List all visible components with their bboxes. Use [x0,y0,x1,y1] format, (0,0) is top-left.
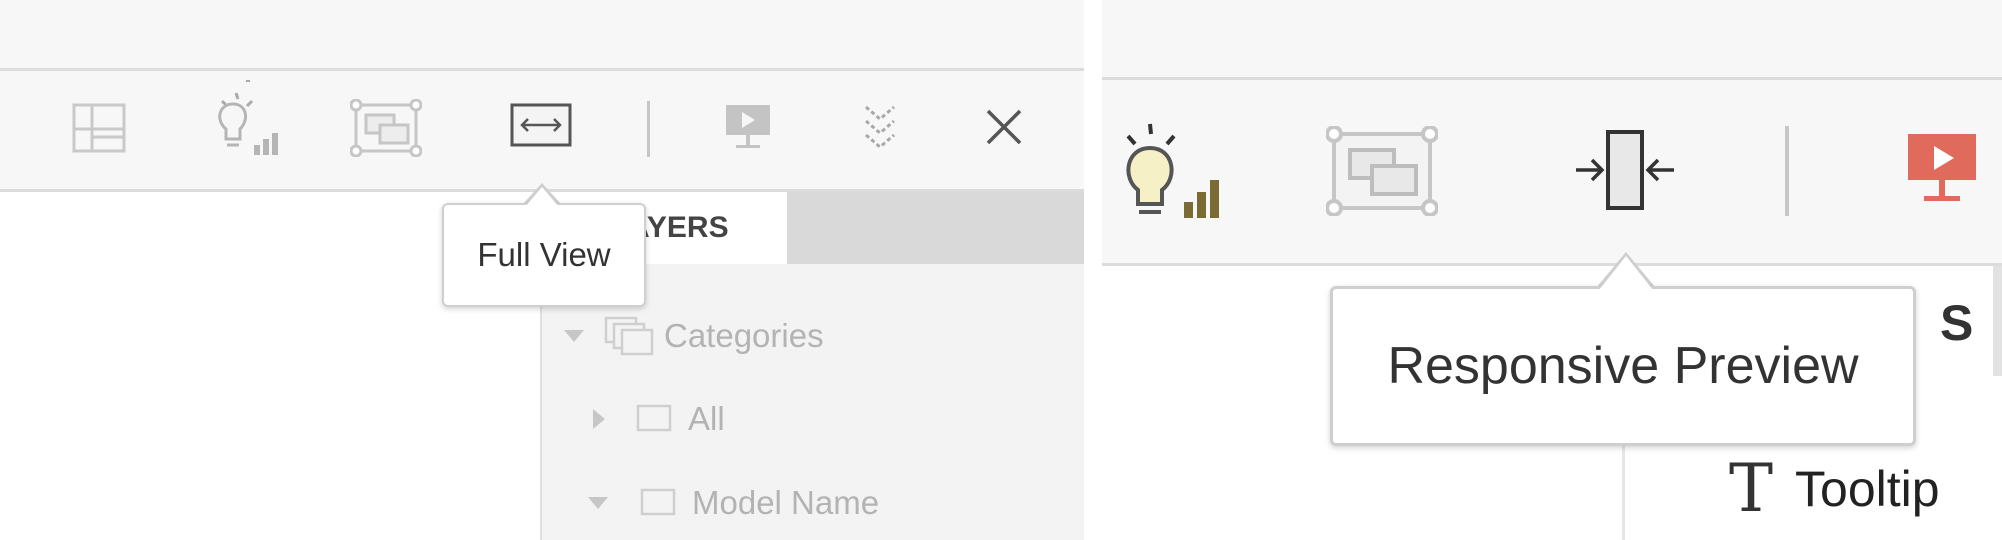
expand-down-icon[interactable] [856,99,904,155]
presentation-frames-icon[interactable] [350,99,422,157]
tree-label-all: All [688,400,725,437]
tree-label-model-name: Model Name [692,484,880,521]
full-view-icon[interactable] [510,103,572,149]
tree-row-all[interactable]: All [590,400,725,438]
categories-icon [604,316,654,356]
tooltip-arrow [1599,256,1653,290]
full-view-tooltip: Full View [442,203,646,307]
tooltip-arrow [525,187,559,207]
tree-label-categories: Categories [664,317,824,354]
panel-gap [1084,0,1102,540]
lightbulb-insights-icon[interactable] [210,79,286,159]
right-screenshot-panel: S T Tooltip Responsive Preview [1102,0,2002,540]
tooltip-item-label: Tooltip [1795,461,1940,517]
presentation-frames-icon[interactable] [1326,126,1438,216]
caret-down-icon[interactable] [562,327,586,345]
toolbar [0,71,1084,189]
caret-right-icon[interactable] [590,407,608,431]
layers-tab-empty [787,192,1084,264]
presentation-mode-icon[interactable] [1902,130,1982,210]
tooltip-text: Full View [477,236,611,273]
title-bar [1102,0,2002,77]
caret-down-icon[interactable] [586,494,610,512]
title-bar [0,0,1084,68]
tree-row-categories[interactable]: Categories [562,316,824,356]
layout-icon[interactable] [70,101,130,155]
text-icon: T [1729,450,1774,527]
lightbulb-insights-icon[interactable] [1120,118,1230,224]
toolbar-separator [1785,126,1789,216]
tooltip-item[interactable]: T Tooltip [1729,456,1940,522]
responsive-preview-icon[interactable] [1572,126,1678,216]
tooltip-text: Responsive Preview [1387,337,1859,395]
responsive-preview-tooltip: Responsive Preview [1330,286,1916,446]
partial-heading: S [1940,295,1974,351]
left-screenshot-panel: AYERS Categories All Model Name Full Vie… [0,0,1084,540]
panel-edge [1993,266,2002,376]
toolbar-separator [647,101,650,157]
item-box-icon [640,488,676,516]
item-box-icon [636,404,672,432]
close-icon[interactable] [980,103,1028,151]
presentation-mode-icon[interactable] [722,101,774,157]
toolbar [1102,80,2002,263]
tree-row-model-name[interactable]: Model Name [586,484,879,522]
